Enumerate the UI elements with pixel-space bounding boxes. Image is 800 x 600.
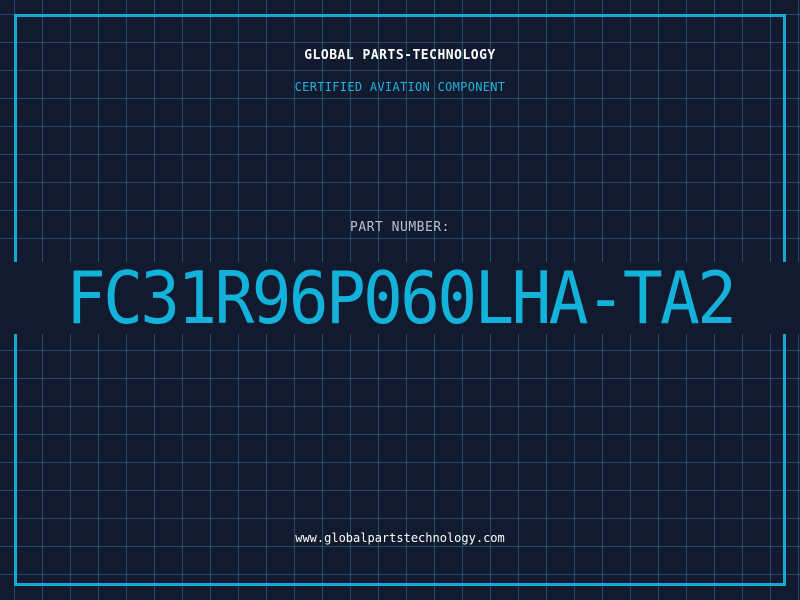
brand-tagline: CERTIFIED AVIATION COMPONENT — [294, 80, 506, 94]
website-url: www.globalpartstechnology.com — [295, 531, 505, 545]
brand-title: GLOBAL PARTS-TECHNOLOGY — [304, 48, 496, 63]
part-number-label: PART NUMBER: — [350, 220, 450, 235]
part-number-value: FC31R96P060LHA-TA2 — [65, 262, 737, 334]
part-card: GLOBAL PARTS-TECHNOLOGY CERTIFIED AVIATI… — [0, 0, 800, 600]
part-number-band: FC31R96P060LHA-TA2 — [0, 262, 800, 334]
